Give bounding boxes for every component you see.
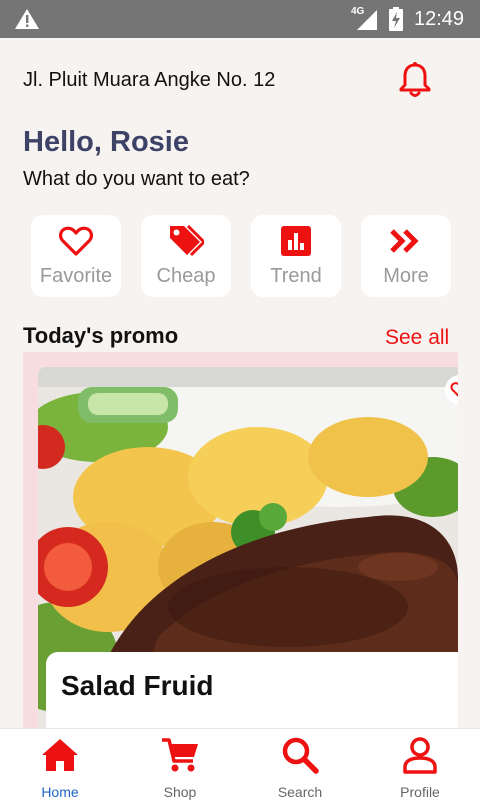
see-all-link[interactable]: See all — [385, 326, 449, 350]
tags-icon — [170, 224, 204, 257]
search-icon — [282, 737, 319, 774]
promo-section-title: Today's promo — [23, 323, 179, 348]
user-icon — [403, 737, 437, 774]
chart-icon — [281, 226, 311, 256]
cart-icon — [162, 738, 198, 772]
promo-item-card[interactable]: Salad Fruid — [46, 652, 458, 728]
heart-icon — [450, 382, 458, 397]
double-chevron-icon — [390, 229, 419, 253]
nav-label: Profile — [400, 784, 440, 800]
category-label: More — [383, 265, 429, 287]
promo-carousel[interactable]: Salad Fruid — [23, 352, 458, 728]
delivery-address[interactable]: Jl. Pluit Muara Angke No. 12 — [23, 69, 275, 92]
category-more[interactable]: More — [361, 215, 451, 297]
battery-icon — [389, 7, 403, 31]
category-label: Trend — [270, 265, 322, 287]
signal-icon — [357, 10, 377, 30]
bottom-navigation: Home Shop Search Profile — [0, 728, 480, 800]
nav-search[interactable]: Search — [240, 729, 360, 800]
clock: 12:49 — [414, 8, 465, 30]
category-label: Favorite — [39, 265, 113, 287]
status-bar: 4G 12:49 — [0, 0, 480, 38]
greeting-title: Hello, Rosie — [23, 126, 189, 158]
category-trend[interactable]: Trend — [251, 215, 341, 297]
nav-profile[interactable]: Profile — [360, 729, 480, 800]
nav-home[interactable]: Home — [0, 729, 120, 800]
greeting-subtitle: What do you want to eat? — [23, 168, 250, 190]
promo-item-name: Salad Fruid — [61, 670, 214, 701]
warning-icon — [15, 9, 39, 29]
category-favorite[interactable]: Favorite — [31, 215, 121, 297]
bell-icon[interactable] — [395, 60, 435, 100]
nav-label: Search — [277, 784, 323, 800]
heart-icon — [59, 226, 93, 256]
nav-shop[interactable]: Shop — [120, 729, 240, 800]
home-icon — [42, 739, 78, 771]
nav-label: Home — [41, 784, 79, 800]
category-cheap[interactable]: Cheap — [141, 215, 231, 297]
category-label: Cheap — [156, 265, 216, 287]
nav-label: Shop — [163, 784, 197, 800]
